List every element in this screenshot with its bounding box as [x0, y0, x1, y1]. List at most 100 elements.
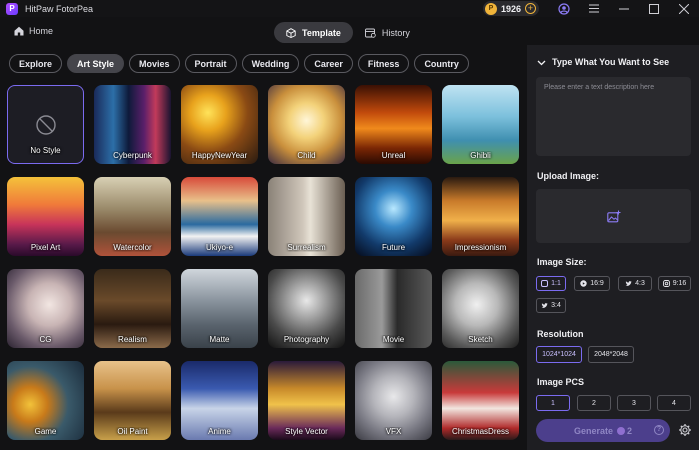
coin-icon: P: [484, 2, 497, 15]
style-label: VFX: [385, 427, 402, 436]
style-card-matte[interactable]: Matte: [181, 269, 258, 348]
style-label: ChristmasDress: [452, 427, 509, 436]
add-coins-icon[interactable]: +: [525, 3, 536, 14]
chevron-down-icon: [537, 60, 546, 65]
style-card-unreal[interactable]: Unreal: [355, 85, 432, 164]
close-icon[interactable]: [669, 0, 699, 17]
style-card-happynewyear[interactable]: HappyNewYear: [181, 85, 258, 164]
style-label: Oil Paint: [117, 427, 148, 436]
prompt-placeholder: Please enter a text description here: [544, 84, 655, 91]
title-bar: P HitPaw FotorPea P 1926 +: [0, 0, 699, 17]
style-label: Anime: [208, 427, 231, 436]
home-label: Home: [29, 26, 54, 36]
category-movies[interactable]: Movies: [129, 54, 180, 73]
upload-section-title: Upload Image:: [537, 171, 600, 181]
style-card-ukiyo-e[interactable]: Ukiyo-e: [181, 177, 258, 256]
size-9-16[interactable]: 9:16: [658, 276, 691, 291]
minimize-icon[interactable]: [609, 0, 639, 17]
category-chips: Explore Art Style Movies Portrait Weddin…: [9, 54, 474, 73]
style-label: Watercolor: [113, 243, 152, 252]
style-label: Unreal: [381, 151, 406, 160]
prompt-section-title[interactable]: Type What You Want to See: [537, 57, 669, 67]
style-card-photography[interactable]: Photography: [268, 269, 345, 348]
twitter-icon: [625, 281, 632, 286]
upload-image-dropzone[interactable]: [536, 189, 691, 243]
category-country[interactable]: Country: [414, 54, 469, 73]
generate-cost: 2: [627, 425, 633, 436]
tab-template[interactable]: Template: [274, 22, 353, 43]
style-card-realism[interactable]: Realism: [94, 269, 171, 348]
help-icon[interactable]: ?: [654, 425, 664, 435]
app-logo: P: [6, 2, 18, 15]
tab-history-label: History: [381, 27, 410, 38]
style-label: No Style: [30, 146, 61, 155]
category-fitness[interactable]: Fitness: [357, 54, 410, 73]
style-label: Impressionism: [454, 243, 507, 252]
home-button[interactable]: Home: [14, 26, 53, 36]
instagram-icon: [662, 280, 670, 287]
account-icon[interactable]: [549, 0, 579, 17]
size-3-4[interactable]: 3:4: [536, 298, 566, 313]
style-card-vfx[interactable]: VFX: [355, 361, 432, 440]
size-16-9[interactable]: 16:9: [574, 276, 610, 291]
style-label: CG: [39, 335, 52, 344]
style-card-movie[interactable]: Movie: [355, 269, 432, 348]
square-icon: [541, 280, 549, 287]
size-4-3[interactable]: 4:3: [618, 276, 652, 291]
image-size-title: Image Size:: [537, 257, 587, 267]
app-title: HitPaw FotorPea: [25, 3, 94, 14]
style-card-anime[interactable]: Anime: [181, 361, 258, 440]
style-label: Sketch: [468, 335, 493, 344]
pcs-3[interactable]: 3: [617, 395, 651, 411]
style-card-surrealism[interactable]: Surrealism: [268, 177, 345, 256]
generate-button[interactable]: Generate 2 ?: [536, 419, 670, 442]
style-card-cg[interactable]: CG: [7, 269, 84, 348]
category-art-style[interactable]: Art Style: [67, 54, 125, 73]
image-pcs-title: Image PCS: [537, 377, 585, 387]
nav-bar: Home Template History: [0, 20, 699, 45]
style-card-future[interactable]: Future: [355, 177, 432, 256]
generate-label: Generate: [573, 425, 613, 436]
coin-icon: [617, 426, 625, 435]
style-card-pixel-art[interactable]: Pixel Art: [7, 177, 84, 256]
pcs-2[interactable]: 2: [577, 395, 611, 411]
category-portrait[interactable]: Portrait: [184, 54, 237, 73]
style-card-sketch[interactable]: Sketch: [442, 269, 519, 348]
resolution-2048[interactable]: 2048*2048: [588, 346, 634, 363]
style-card-ghibli[interactable]: Ghibli: [442, 85, 519, 164]
history-icon: [364, 28, 376, 38]
style-card-christmasdress[interactable]: ChristmasDress: [442, 361, 519, 440]
style-card-impressionism[interactable]: Impressionism: [442, 177, 519, 256]
resolution-1024[interactable]: 1024*1024: [536, 346, 582, 363]
style-card-game[interactable]: Game: [7, 361, 84, 440]
coin-balance[interactable]: P 1926 +: [482, 1, 539, 16]
template-icon: [286, 27, 296, 38]
tab-template-label: Template: [302, 27, 341, 38]
style-card-no-style[interactable]: No Style: [7, 85, 84, 164]
style-label: Photography: [283, 335, 330, 344]
pcs-1[interactable]: 1: [536, 395, 570, 411]
category-wedding[interactable]: Wedding: [241, 54, 300, 73]
style-card-child[interactable]: Child: [268, 85, 345, 164]
maximize-icon[interactable]: [639, 0, 669, 17]
style-card-cyberpunk[interactable]: Cyberpunk: [94, 85, 171, 164]
style-label: Movie: [382, 335, 405, 344]
coin-count: 1926: [500, 3, 521, 14]
style-label: Cyberpunk: [113, 151, 152, 160]
style-label: Realism: [118, 335, 147, 344]
style-card-oil-paint[interactable]: Oil Paint: [94, 361, 171, 440]
no-style-icon: [35, 114, 56, 135]
style-card-watercolor[interactable]: Watercolor: [94, 177, 171, 256]
category-explore[interactable]: Explore: [9, 54, 63, 73]
style-grid: No Style Cyberpunk HappyNewYear Child Un…: [7, 85, 522, 440]
pcs-4[interactable]: 4: [657, 395, 691, 411]
size-1-1[interactable]: 1:1: [536, 276, 566, 291]
menu-icon[interactable]: [579, 0, 609, 17]
settings-gear-icon[interactable]: [678, 423, 692, 439]
tab-history[interactable]: History: [353, 22, 422, 43]
category-career[interactable]: Career: [304, 54, 353, 73]
style-label: Ghibli: [470, 151, 491, 160]
prompt-input[interactable]: Please enter a text description here: [536, 77, 691, 156]
home-icon: [14, 26, 24, 36]
style-card-style-vector[interactable]: Style Vector: [268, 361, 345, 440]
